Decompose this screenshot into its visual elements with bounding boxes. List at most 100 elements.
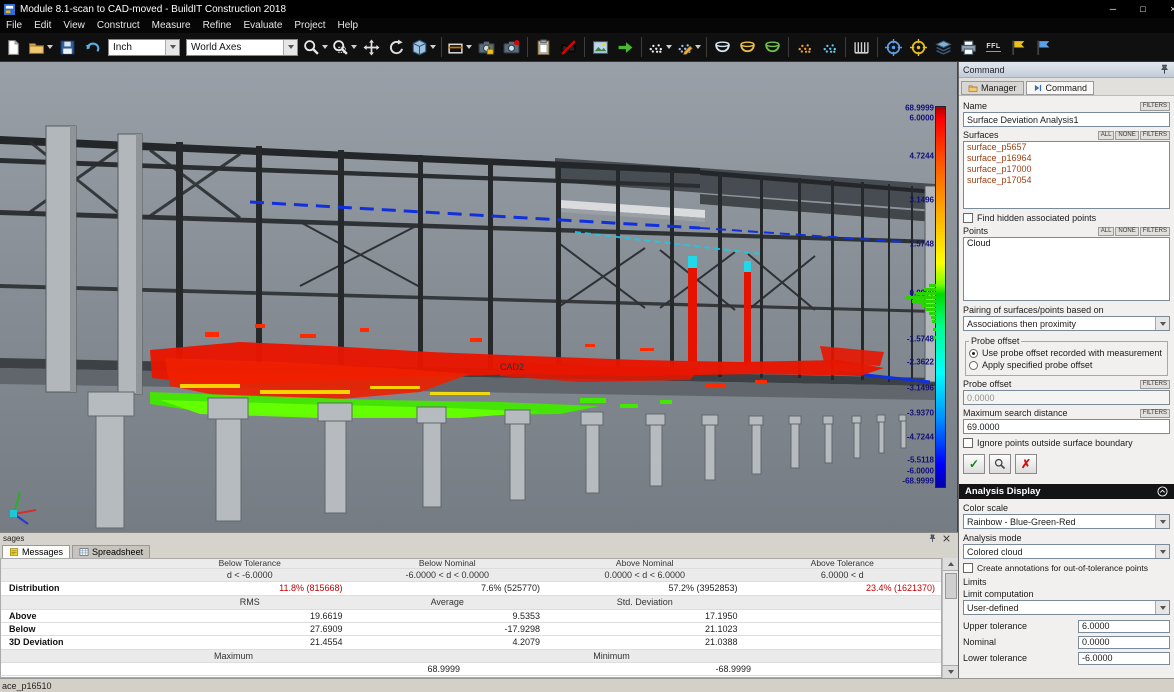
cloud-edit-button[interactable] — [674, 35, 703, 59]
tab-command[interactable]: Command — [1026, 81, 1095, 95]
analysis-mode-caret-box[interactable] — [1155, 545, 1169, 558]
settings-flag-button[interactable] — [1006, 35, 1031, 59]
dropdown-caret-icon[interactable] — [322, 45, 328, 49]
max-search-input[interactable]: 69.0000 — [963, 419, 1170, 434]
table-scrollbar[interactable] — [942, 558, 958, 678]
list-item[interactable]: Cloud — [964, 238, 1169, 249]
pairing-caret-box[interactable] — [1155, 317, 1169, 330]
menu-refine[interactable]: Refine — [197, 18, 238, 33]
units-select[interactable]: Inch — [108, 39, 180, 56]
camera-record-button[interactable] — [499, 35, 524, 59]
pin-icon[interactable] — [928, 534, 937, 543]
menu-view[interactable]: View — [57, 18, 91, 33]
color-scale-select[interactable]: Rainbow - Blue-Green-Red — [963, 514, 1170, 529]
analysis-display-header[interactable]: Analysis Display — [959, 484, 1174, 499]
menu-file[interactable]: File — [0, 18, 28, 33]
cloud-align-button[interactable] — [817, 35, 842, 59]
menu-evaluate[interactable]: Evaluate — [237, 18, 288, 33]
list-item[interactable]: surface_p17054 — [964, 175, 1169, 186]
points-none-button[interactable]: NONE — [1115, 227, 1138, 236]
find-hidden-checkbox-row[interactable]: Find hidden associated points — [963, 213, 1170, 223]
lower-tolerance-input[interactable]: -6.0000 — [1078, 652, 1170, 665]
find-hidden-checkbox[interactable] — [963, 213, 973, 223]
dropdown-caret-icon[interactable] — [695, 45, 701, 49]
points-listbox[interactable]: Cloud — [963, 237, 1170, 301]
menu-help[interactable]: Help — [332, 18, 365, 33]
save-document-button[interactable] — [55, 35, 80, 59]
print-report-button[interactable] — [956, 35, 981, 59]
dropdown-caret-icon[interactable] — [466, 45, 472, 49]
nominal-input[interactable]: 0.0000 — [1078, 636, 1170, 649]
points-filters-button[interactable]: FILTERS — [1140, 227, 1170, 236]
ignore-outside-checkbox-row[interactable]: Ignore points outside surface boundary — [963, 438, 1170, 448]
menu-project[interactable]: Project — [288, 18, 331, 33]
messages-panel-caption[interactable]: sages — [0, 533, 958, 544]
ffl-levels-button[interactable]: FFL — [981, 35, 1006, 59]
probe-recorded-radio-row[interactable]: Use probe offset recorded with measureme… — [969, 347, 1164, 359]
paste-special-button[interactable] — [531, 35, 556, 59]
export-image-button[interactable] — [613, 35, 638, 59]
pairing-select[interactable]: Associations then proximity — [963, 316, 1170, 331]
points-all-button[interactable]: ALL — [1098, 227, 1115, 236]
surfaces-listbox[interactable]: surface_p5657 surface_p16964 surface_p17… — [963, 141, 1170, 209]
axes-select[interactable]: World Axes — [186, 39, 298, 56]
undo-button[interactable] — [80, 35, 105, 59]
dropdown-caret-icon[interactable] — [47, 45, 53, 49]
probe-offset-filters-button[interactable]: FILTERS — [1140, 380, 1170, 389]
upper-tolerance-input[interactable]: 6.0000 — [1078, 620, 1170, 633]
surfaces-all-button[interactable]: ALL — [1098, 131, 1115, 140]
limit-computation-select[interactable]: User-defined — [963, 600, 1170, 615]
pan-button[interactable] — [359, 35, 384, 59]
open-document-button[interactable] — [26, 35, 55, 59]
tab-messages[interactable]: Messages — [2, 545, 70, 558]
max-search-filters-button[interactable]: FILTERS — [1140, 409, 1170, 418]
probe-specified-radio[interactable] — [969, 361, 978, 370]
probe-specified-radio-row[interactable]: Apply specified probe offset — [969, 359, 1164, 371]
dropdown-caret-icon[interactable] — [430, 45, 436, 49]
surface-fit-button[interactable] — [710, 35, 735, 59]
new-document-button[interactable] — [1, 35, 26, 59]
deviation-comb-button[interactable] — [849, 35, 874, 59]
color-scale-caret-box[interactable] — [1155, 515, 1169, 528]
rotate-view-button[interactable] — [384, 35, 409, 59]
units-caret-box[interactable] — [165, 40, 179, 55]
maximize-button[interactable]: □ — [1128, 0, 1158, 18]
surfaces-none-button[interactable]: NONE — [1115, 131, 1138, 140]
zoom-window-button[interactable] — [301, 35, 330, 59]
probe-recorded-radio[interactable] — [969, 349, 978, 358]
cancel-button[interactable]: ✗ — [1015, 454, 1037, 474]
snapshot-button[interactable] — [588, 35, 613, 59]
tab-spreadsheet[interactable]: Spreadsheet — [72, 545, 150, 558]
view-cube-button[interactable] — [409, 35, 438, 59]
menu-measure[interactable]: Measure — [146, 18, 197, 33]
camera-lock-button[interactable] — [474, 35, 499, 59]
apply-button[interactable]: ✓ — [963, 454, 985, 474]
preview-button[interactable] — [989, 454, 1011, 474]
annotations-checkbox-row[interactable]: Create annotations for out-of-tolerance … — [963, 563, 1170, 573]
dropdown-caret-icon[interactable] — [351, 45, 357, 49]
ignore-outside-checkbox[interactable] — [963, 438, 973, 448]
analysis-mode-select[interactable]: Colored cloud — [963, 544, 1170, 559]
target-blue-button[interactable] — [881, 35, 906, 59]
dropdown-caret-icon[interactable] — [666, 45, 672, 49]
cloud-tools-button[interactable] — [645, 35, 674, 59]
command-panel-header[interactable]: Command — [959, 62, 1174, 78]
list-item[interactable]: surface_p17000 — [964, 164, 1169, 175]
surface-extract-button[interactable] — [735, 35, 760, 59]
minimize-button[interactable]: ─ — [1098, 0, 1128, 18]
target-yellow-button[interactable] — [906, 35, 931, 59]
analysis-name-input[interactable]: Surface Deviation Analysis1 — [963, 112, 1170, 127]
layers-view-button[interactable] — [931, 35, 956, 59]
surfaces-filters-button[interactable]: FILTERS — [1140, 131, 1170, 140]
annotations-checkbox[interactable] — [963, 563, 973, 573]
scroll-up-button[interactable] — [943, 558, 958, 571]
collapse-chevron-icon[interactable] — [1157, 486, 1168, 497]
cloud-register-button[interactable] — [792, 35, 817, 59]
hide-points-button[interactable] — [556, 35, 581, 59]
annotate-flag-button[interactable] — [1031, 35, 1056, 59]
scroll-down-button[interactable] — [943, 665, 958, 678]
menu-edit[interactable]: Edit — [28, 18, 57, 33]
surface-compare-button[interactable] — [760, 35, 785, 59]
scrollbar-thumb[interactable] — [945, 573, 957, 599]
menu-construct[interactable]: Construct — [91, 18, 146, 33]
